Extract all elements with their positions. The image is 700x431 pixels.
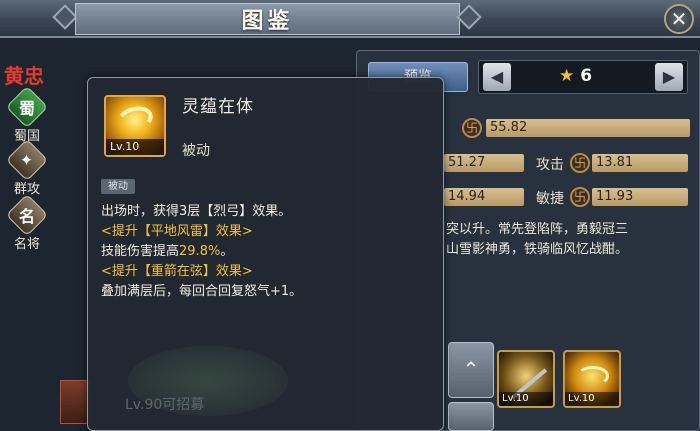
- page-title: 图鉴: [241, 9, 294, 34]
- skill-desc-line: <提升【重箭在弦】效果>: [101, 264, 253, 279]
- scroll-up-button[interactable]: ⌃: [448, 342, 494, 398]
- star-level-selector: ◀ ★ 6 ▶: [478, 60, 688, 94]
- skill-level: Lv.10: [565, 392, 619, 406]
- skill-desc-line: <提升【平地风雷】效果>: [101, 224, 253, 239]
- stat-label-agility: 敏捷: [536, 191, 564, 207]
- skill-type: 被动: [182, 143, 210, 159]
- golden-swirl-icon: [114, 102, 156, 136]
- famous-general-icon: 名: [5, 193, 49, 237]
- stat-value-agility: 11.93: [592, 188, 688, 206]
- stat-value-bar: 51.27: [444, 154, 524, 172]
- stat-value-attack: 13.81: [592, 154, 688, 172]
- skill-tooltip: Lv.10 灵蕴在体 被动 被动 出场时，获得3层【烈弓】效果。 <提升【平地风…: [87, 77, 444, 431]
- golden-swirl-icon: [577, 366, 609, 386]
- title-bar: 图鉴 ✕: [0, 0, 700, 38]
- skill-type-tag: 被动: [101, 179, 135, 194]
- scroll-down-button[interactable]: [448, 402, 494, 431]
- sidebar-item-label: 名将: [13, 237, 40, 252]
- stat-symbol-icon: 卐: [462, 118, 482, 138]
- skill-level: Lv.10: [499, 392, 553, 406]
- skill-slot[interactable]: Lv.10: [497, 350, 555, 408]
- skill-desc-line: 技能伤害提高29.8%。: [101, 244, 234, 259]
- stat-value-bar: 55.82: [486, 119, 690, 137]
- title-plate: 图鉴: [75, 3, 460, 35]
- stat-value-bar: 14.94: [444, 188, 524, 206]
- stat-symbol-icon: 卐: [570, 187, 590, 207]
- star-next-button[interactable]: ▶: [655, 63, 683, 91]
- hero-bio-line: 突以升。常先登陷阵，勇毅冠三: [446, 222, 629, 237]
- sidebar-item-rank[interactable]: 名 名将: [5, 193, 49, 252]
- skill-slot[interactable]: Lv.10: [563, 350, 621, 408]
- sidebar-item-faction[interactable]: 蜀 蜀国: [5, 85, 49, 144]
- close-button[interactable]: ✕: [664, 4, 694, 34]
- group-attack-icon: ✦: [5, 138, 49, 182]
- sidebar-item-label: 群攻: [13, 182, 40, 197]
- faction-badge-icon: 蜀: [5, 85, 49, 129]
- hero-bio-line: 山雪影神勇，铁骑临风忆战酣。: [446, 242, 629, 257]
- sidebar-item-attack-type[interactable]: ✦ 群攻: [5, 138, 49, 197]
- title-ornament-left-icon: [52, 4, 78, 30]
- star-prev-button[interactable]: ◀: [483, 63, 511, 91]
- skill-desc-line: 叠加满层后，每回合回复怒气+1。: [101, 284, 303, 299]
- star-level: ★ 6: [559, 66, 593, 86]
- title-ornament-right-icon: [456, 4, 482, 30]
- star-icon: ★: [559, 66, 575, 86]
- hero-portrait-thumbnail[interactable]: [60, 380, 90, 424]
- stat-symbol-icon: 卐: [570, 153, 590, 173]
- skill-name: 灵蕴在体: [182, 97, 254, 117]
- skill-level: Lv.10: [106, 139, 164, 155]
- skill-desc-line: 出场时，获得3层【烈弓】效果。: [101, 204, 292, 219]
- recruit-requirement: Lv.90可招募: [125, 397, 205, 413]
- stat-label-attack: 攻击: [536, 157, 564, 173]
- skill-icon: Lv.10: [104, 95, 166, 157]
- hero-name: 黄忠: [4, 64, 44, 88]
